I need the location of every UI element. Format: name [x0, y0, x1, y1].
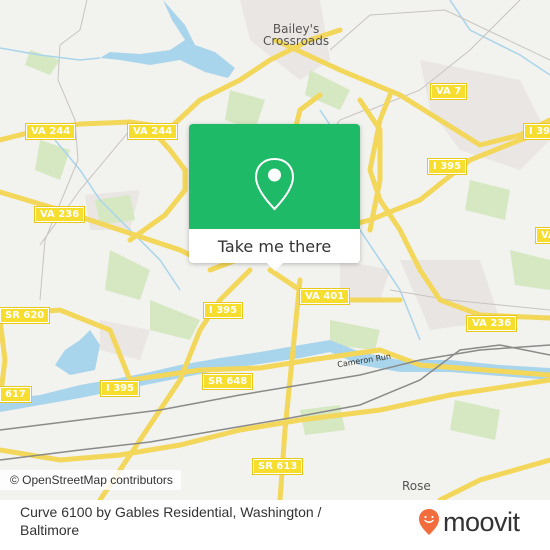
road: [437, 457, 550, 500]
stream: [449, 0, 550, 76]
road-shield-va7: VA 7: [429, 83, 468, 100]
park: [35, 140, 70, 180]
park: [450, 400, 500, 440]
road: [127, 125, 188, 243]
destination-popup: Take me there: [189, 124, 360, 271]
road-shield-va244: VA 244: [24, 123, 77, 140]
location-title: Curve 6100 by Gables Residential, Washin…: [20, 504, 322, 538]
road-shield-sr620: SR 620: [0, 307, 51, 324]
place-label-rose: Rose: [402, 479, 431, 493]
road-shield-i395: I 395: [522, 123, 550, 140]
popup-tail: [267, 263, 283, 271]
park: [105, 250, 150, 300]
road-shield-i395: I 395: [99, 380, 141, 397]
road-shield-sr648: SR 648: [201, 373, 254, 390]
map-pin-icon: [254, 157, 295, 211]
road-shield-617: 617: [0, 386, 32, 403]
place-label-baileys-crossroads: Bailey's Crossroads: [263, 22, 330, 48]
popup-header: [189, 124, 360, 229]
road-shield-va244: VA 244: [126, 123, 179, 140]
take-me-there-button[interactable]: Take me there: [189, 229, 360, 263]
park: [510, 250, 550, 290]
park: [465, 180, 510, 220]
pond: [55, 330, 100, 375]
map-canvas[interactable]: Bailey's Crossroads Rose Cameron Run VA …: [0, 0, 550, 500]
park: [150, 300, 200, 340]
road-shield-i395: I 395: [202, 302, 244, 319]
moovit-pin-icon: [419, 509, 439, 535]
osm-attribution[interactable]: © OpenStreetMap contributors: [0, 470, 181, 490]
park: [95, 195, 135, 225]
urban-area: [100, 320, 150, 360]
road-shield-va236: VA 236: [465, 315, 518, 332]
road-shield-va: VA: [535, 227, 550, 244]
road-shield-i395: I 395: [426, 158, 468, 175]
moovit-wordmark: moovit: [443, 506, 520, 537]
road-shield-va236: VA 236: [33, 206, 86, 223]
road-shield-sr613: SR 613: [251, 458, 304, 475]
moovit-logo[interactable]: moovit: [418, 508, 520, 536]
road-shield-va401: VA 401: [298, 288, 351, 305]
minor-road: [329, 9, 550, 61]
lake: [100, 0, 235, 78]
